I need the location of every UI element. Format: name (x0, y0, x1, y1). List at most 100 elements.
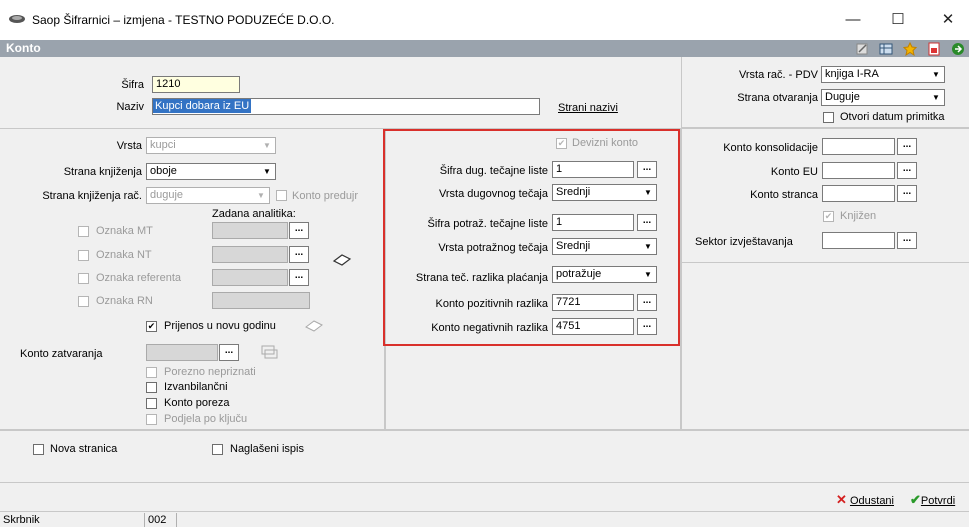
strani-nazivi-link[interactable]: Strani nazivi (558, 102, 618, 114)
strana-knjizenja-value: oboje (150, 165, 177, 177)
oznaka-mt-checkbox[interactable] (78, 226, 89, 237)
copy-layers-icon[interactable] (258, 344, 280, 360)
maximize-button[interactable]: ☐ (878, 8, 918, 32)
edit-icon[interactable] (855, 42, 869, 56)
konto-zatvaranja-label: Konto zatvaranja (20, 348, 103, 360)
grid-icon[interactable] (879, 42, 893, 56)
strana-otvaranja-value: Duguje (825, 91, 860, 103)
strana-knjizenja-select[interactable]: oboje ▼ (146, 163, 276, 180)
nova-stranica-checkbox[interactable] (33, 444, 44, 455)
knjizen-label: Knjižen (840, 210, 877, 222)
konto-zatvaranja-lookup-button[interactable]: ... (219, 344, 239, 361)
sektor-label: Sektor izvještavanja (695, 236, 793, 248)
naglaseni-ispis-checkbox[interactable] (212, 444, 223, 455)
izvanbilancni-checkbox[interactable] (146, 382, 157, 393)
zadana-analitika-heading: Zadana analitika: (212, 208, 296, 220)
sifra-input[interactable]: 1210 (152, 76, 240, 93)
konto-poreza-checkbox[interactable] (146, 398, 157, 409)
naziv-label: Naziv (116, 101, 144, 113)
toolbar-icons (855, 40, 965, 57)
highlight-box (383, 129, 680, 346)
status-code: 002 (145, 513, 177, 527)
app-icon (9, 15, 25, 23)
status-skrbnik: Skrbnik (0, 513, 145, 527)
otvori-datum-label: Otvori datum primitka (840, 111, 945, 123)
knjizen-checkbox[interactable]: ✔ (823, 211, 834, 222)
chevron-down-icon: ▼ (932, 70, 940, 79)
odustani-label: Odustani (849, 495, 894, 507)
cancel-x-icon: ✕ (836, 492, 847, 507)
izvanbilancni-label: Izvanbilančni (164, 381, 228, 393)
chevron-down-icon: ▼ (263, 167, 271, 176)
oznaka-mt-label: Oznaka MT (96, 225, 153, 237)
konto-eu-label: Konto EU (770, 166, 818, 178)
konto-predujma-checkbox[interactable] (276, 190, 287, 201)
strana-otvaranja-select[interactable]: Duguje ▼ (821, 89, 945, 106)
naziv-selected-text: Kupci dobara iz EU (153, 99, 252, 113)
oznaka-referenta-lookup-button[interactable]: ... (289, 269, 309, 286)
oznaka-nt-input[interactable] (212, 246, 288, 263)
status-empty (177, 513, 969, 527)
oznaka-mt-input[interactable] (212, 222, 288, 239)
chevron-down-icon: ▼ (263, 141, 271, 150)
vrsta-rac-pdv-label: Vrsta rač. - PDV (738, 69, 818, 81)
porezno-nepriznati-checkbox[interactable] (146, 367, 157, 378)
konto-zatvaranja-input[interactable] (146, 344, 218, 361)
porezno-nepriznati-label: Porezno nepriznati (164, 366, 256, 378)
podjela-label: Podjela po ključu (164, 413, 248, 425)
oznaka-nt-lookup-button[interactable]: ... (289, 246, 309, 263)
naglaseni-ispis-label: Naglašeni ispis (230, 443, 304, 455)
minimize-button[interactable]: — (833, 8, 873, 32)
konto-eu-lookup-button[interactable]: ... (897, 162, 917, 179)
close-button[interactable]: ✕ (928, 8, 968, 32)
oznaka-referenta-input[interactable] (212, 269, 288, 286)
chevron-down-icon: ▼ (932, 93, 940, 102)
oznaka-referenta-checkbox[interactable] (78, 273, 89, 284)
konto-poreza-label: Konto poreza (164, 397, 230, 409)
oznaka-rn-input[interactable] (212, 292, 310, 309)
eraser-icon[interactable] (332, 253, 352, 267)
sifra-label: Šifra (121, 79, 144, 91)
right-lower-panel (681, 263, 969, 430)
strana-knjizenja-rac-select[interactable]: duguje ▼ (146, 187, 270, 204)
prijenos-label: Prijenos u novu godinu (164, 320, 276, 332)
potvrdi-label: Potvrdi (920, 495, 956, 507)
naziv-input[interactable]: Kupci dobara iz EU (152, 98, 540, 115)
exit-icon[interactable] (951, 42, 965, 56)
strana-otvaranja-label: Strana otvaranja (737, 92, 818, 104)
chevron-down-icon: ▼ (257, 191, 265, 200)
konto-konsolidacije-input[interactable] (822, 138, 895, 155)
konto-eu-input[interactable] (822, 162, 895, 179)
potvrdi-button[interactable]: ✔Potvrdi (910, 492, 969, 508)
window-title: Saop Šifrarnici – izmjena - TESTNO PODUZ… (32, 13, 335, 27)
vrsta-rac-pdv-select[interactable]: knjiga I-RA ▼ (821, 66, 945, 83)
konto-konsolidacije-lookup-button[interactable]: ... (897, 138, 917, 155)
oznaka-mt-lookup-button[interactable]: ... (289, 222, 309, 239)
top-panel (0, 57, 681, 128)
star-icon[interactable] (903, 41, 917, 56)
oznaka-rn-checkbox[interactable] (78, 296, 89, 307)
podjela-checkbox[interactable] (146, 414, 157, 425)
vrsta-rac-pdv-value: knjiga I-RA (825, 68, 879, 80)
konto-stranca-input[interactable] (822, 185, 895, 202)
vrsta-label: Vrsta (116, 140, 142, 152)
document-close-icon[interactable] (927, 42, 941, 56)
oznaka-nt-checkbox[interactable] (78, 250, 89, 261)
bottom-options-panel (0, 430, 969, 483)
odustani-button[interactable]: ✕ Odustani (836, 492, 894, 508)
eraser-icon[interactable] (304, 320, 324, 332)
konto-stranca-lookup-button[interactable]: ... (897, 185, 917, 202)
otvori-datum-checkbox[interactable] (823, 112, 834, 123)
nova-stranica-label: Nova stranica (50, 443, 118, 455)
title-bar: Saop Šifrarnici – izmjena - TESTNO PODUZ… (0, 0, 969, 40)
konto-konsolidacije-label: Konto konsolidacije (723, 142, 818, 154)
konto-stranca-label: Konto stranca (750, 189, 818, 201)
status-bar: Skrbnik 002 (0, 511, 969, 527)
strana-knjizenja-rac-value: duguje (150, 189, 184, 201)
oznaka-referenta-label: Oznaka referenta (96, 272, 181, 284)
prijenos-checkbox[interactable]: ✔ (146, 321, 157, 332)
sektor-lookup-button[interactable]: ... (897, 232, 917, 249)
vrsta-select[interactable]: kupci ▼ (146, 137, 276, 154)
section-header: Konto (0, 40, 969, 57)
sektor-input[interactable] (822, 232, 895, 249)
